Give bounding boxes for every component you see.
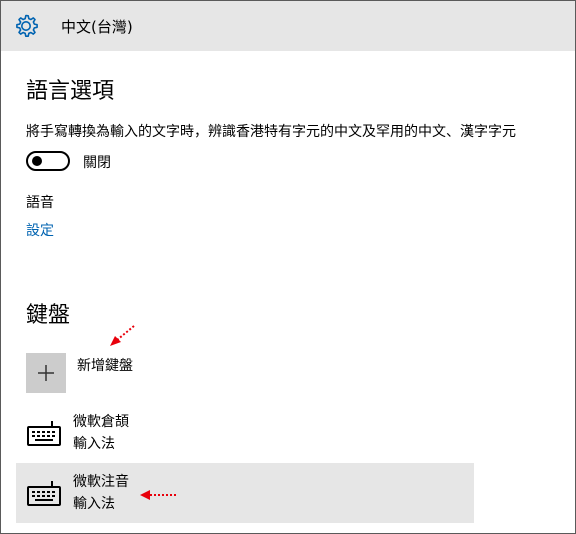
speech-settings-link[interactable]: 設定 [26, 220, 54, 240]
add-keyboard-button[interactable] [26, 353, 66, 393]
keyboard-icon [27, 481, 61, 506]
toggle-state-label: 關閉 [83, 155, 111, 171]
handwriting-option-description: 將手寫轉換為輸入的文字時，辨識香港特有字元的中文及罕用的中文、漢字字元 [26, 124, 516, 140]
keyboard-icon [27, 421, 61, 446]
add-keyboard-label[interactable]: 新增鍵盤 [77, 355, 133, 375]
keyboard-item-bopomofo[interactable]: 微軟注音 輸入法 [16, 463, 474, 523]
plus-icon [38, 365, 54, 381]
language-options-heading: 語言選項 [26, 79, 115, 104]
settings-window: 中文(台灣) 語言選項 將手寫轉換為輸入的文字時，辨識香港特有字元的中文及罕用的… [0, 0, 576, 534]
window-title: 中文(台灣) [61, 18, 133, 36]
red-dotted-arrow-icon [140, 490, 176, 500]
keyboard-item-subname: 輸入法 [73, 496, 115, 512]
keyboard-item-cangjie[interactable]: 微軟倉頡 輸入法 [16, 403, 474, 463]
speech-label: 語音 [26, 195, 54, 211]
toggle-knob [32, 156, 42, 166]
keyboard-item-name: 微軟注音 [73, 474, 129, 490]
red-dotted-arrow-icon [110, 325, 135, 346]
handwriting-toggle[interactable] [26, 151, 70, 171]
keyboard-item-name: 微軟倉頡 [73, 414, 129, 430]
title-bar: 中文(台灣) [1, 1, 575, 51]
keyboard-item-subname: 輸入法 [73, 436, 115, 452]
gear-icon[interactable] [12, 12, 40, 40]
keyboards-heading: 鍵盤 [26, 303, 71, 328]
